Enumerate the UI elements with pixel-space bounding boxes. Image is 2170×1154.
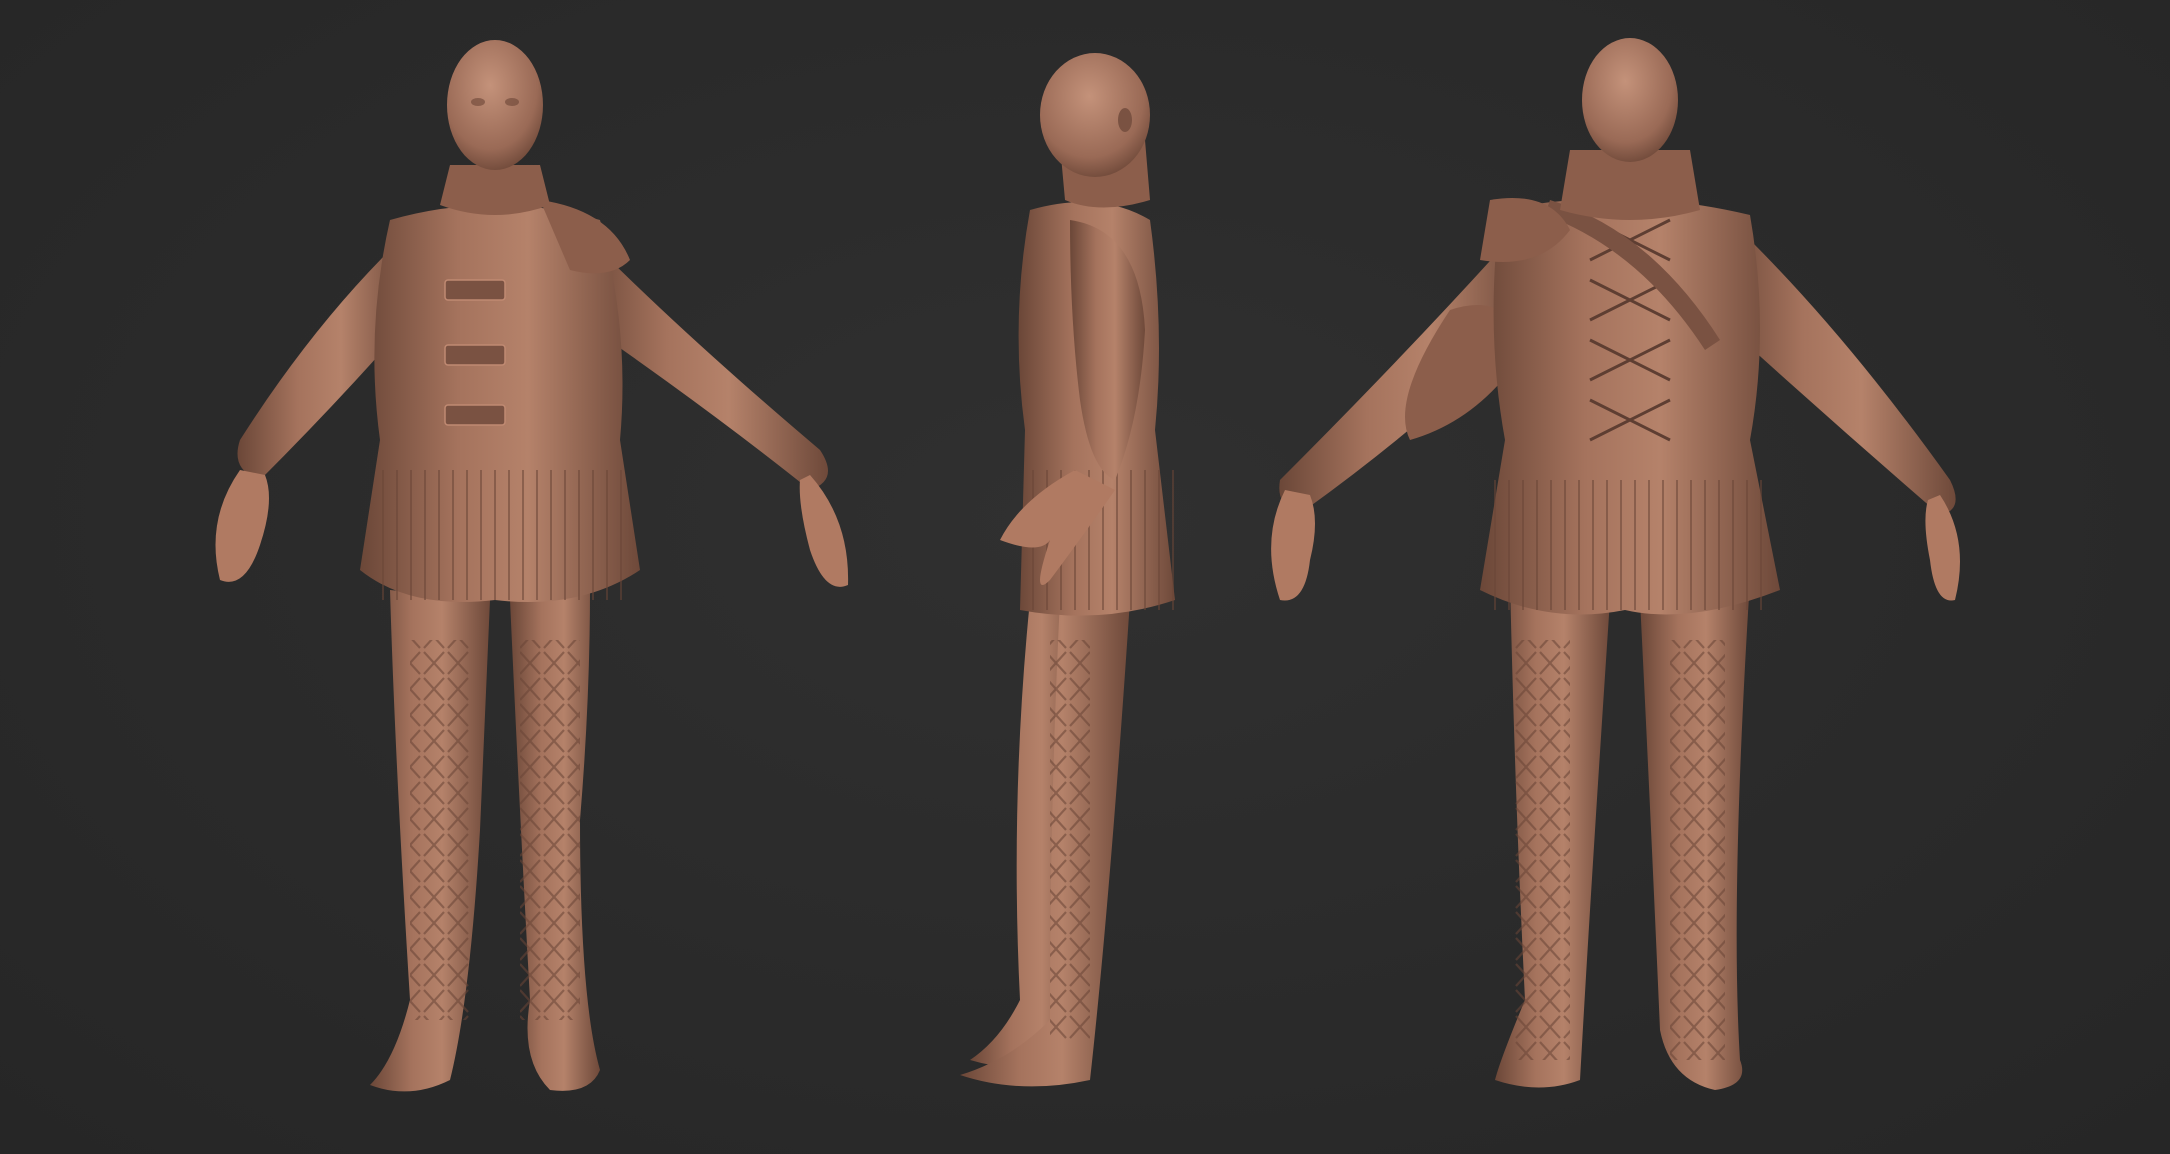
front-left-hand <box>215 470 269 582</box>
side-view-figure <box>960 53 1175 1087</box>
side-head <box>1040 53 1150 177</box>
side-ear <box>1118 108 1132 132</box>
front-collar <box>440 165 550 215</box>
back-head <box>1582 38 1678 162</box>
back-left-hand <box>1271 490 1315 601</box>
back-view-figure <box>1271 38 1960 1090</box>
front-view-figure <box>215 40 849 1092</box>
back-jacket-skirt <box>1490 480 1770 610</box>
front-head <box>447 40 543 170</box>
back-right-hand <box>1925 495 1960 601</box>
sculpt-viewport <box>0 0 2170 1154</box>
front-jacket-skirt <box>370 470 630 600</box>
front-right-hand <box>799 475 849 587</box>
